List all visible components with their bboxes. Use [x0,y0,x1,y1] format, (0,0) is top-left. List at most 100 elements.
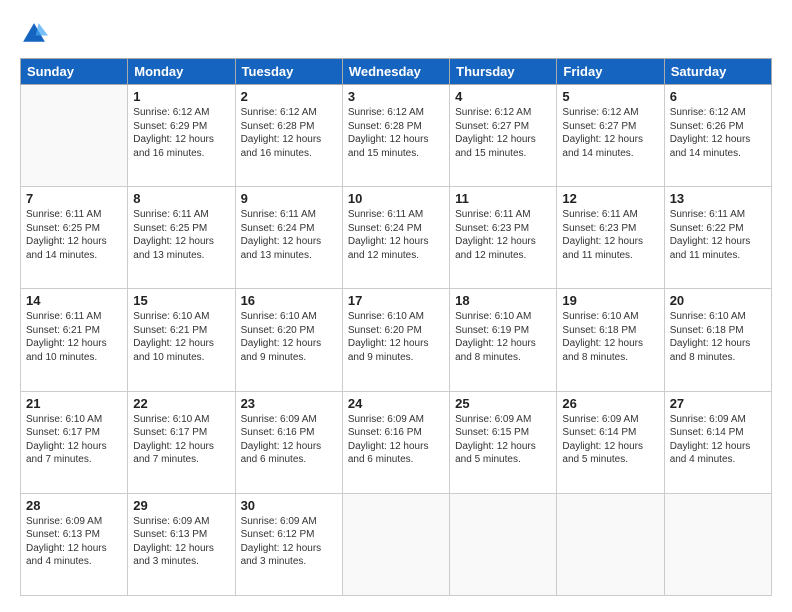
day-info: Sunrise: 6:09 AM Sunset: 6:12 PM Dayligh… [241,515,337,569]
day-info: Sunrise: 6:09 AM Sunset: 6:13 PM Dayligh… [26,515,122,569]
calendar-cell [21,85,128,187]
calendar-week-3: 14 Sunrise: 6:11 AM Sunset: 6:21 PM Dayli… [21,289,772,391]
day-number: 14 [26,293,122,308]
day-info: Sunrise: 6:10 AM Sunset: 6:17 PM Dayligh… [133,413,229,467]
calendar-cell: 25 Sunrise: 6:09 AM Sunset: 6:15 PM Dayli… [450,391,557,493]
day-info: Sunrise: 6:10 AM Sunset: 6:20 PM Dayligh… [241,310,337,364]
calendar-cell [664,493,771,595]
day-info: Sunrise: 6:09 AM Sunset: 6:14 PM Dayligh… [562,413,658,467]
calendar-cell: 17 Sunrise: 6:10 AM Sunset: 6:20 PM Dayli… [342,289,449,391]
day-number: 30 [241,498,337,513]
day-info: Sunrise: 6:12 AM Sunset: 6:27 PM Dayligh… [562,106,658,160]
day-info: Sunrise: 6:09 AM Sunset: 6:13 PM Dayligh… [133,515,229,569]
day-info: Sunrise: 6:11 AM Sunset: 6:23 PM Dayligh… [562,208,658,262]
day-number: 5 [562,89,658,104]
calendar-week-5: 28 Sunrise: 6:09 AM Sunset: 6:13 PM Dayli… [21,493,772,595]
calendar-cell: 7 Sunrise: 6:11 AM Sunset: 6:25 PM Daylig… [21,187,128,289]
calendar-cell [342,493,449,595]
weekday-header-friday: Friday [557,59,664,85]
calendar-cell: 5 Sunrise: 6:12 AM Sunset: 6:27 PM Daylig… [557,85,664,187]
day-number: 18 [455,293,551,308]
day-number: 26 [562,396,658,411]
day-info: Sunrise: 6:09 AM Sunset: 6:14 PM Dayligh… [670,413,766,467]
calendar-cell [450,493,557,595]
calendar-week-2: 7 Sunrise: 6:11 AM Sunset: 6:25 PM Daylig… [21,187,772,289]
day-number: 7 [26,191,122,206]
logo [20,20,50,48]
day-info: Sunrise: 6:09 AM Sunset: 6:15 PM Dayligh… [455,413,551,467]
day-number: 16 [241,293,337,308]
day-number: 13 [670,191,766,206]
weekday-header-thursday: Thursday [450,59,557,85]
day-number: 6 [670,89,766,104]
day-number: 25 [455,396,551,411]
calendar-cell: 21Sunrise: 6:10 AM Sunset: 6:17 PM Dayli… [21,391,128,493]
calendar-table: SundayMondayTuesdayWednesdayThursdayFrid… [20,58,772,596]
calendar-cell: 12 Sunrise: 6:11 AM Sunset: 6:23 PM Dayli… [557,187,664,289]
calendar-cell: 29 Sunrise: 6:09 AM Sunset: 6:13 PM Dayli… [128,493,235,595]
weekday-header-wednesday: Wednesday [342,59,449,85]
calendar-cell: 24 Sunrise: 6:09 AM Sunset: 6:16 PM Dayli… [342,391,449,493]
day-info: Sunrise: 6:09 AM Sunset: 6:16 PM Dayligh… [241,413,337,467]
calendar-cell: 30 Sunrise: 6:09 AM Sunset: 6:12 PM Dayli… [235,493,342,595]
day-number: 24 [348,396,444,411]
day-info: Sunrise: 6:10 AM Sunset: 6:18 PM Dayligh… [562,310,658,364]
calendar-cell: 23 Sunrise: 6:09 AM Sunset: 6:16 PM Dayli… [235,391,342,493]
calendar-cell: 18 Sunrise: 6:10 AM Sunset: 6:19 PM Dayli… [450,289,557,391]
calendar-cell: 22 Sunrise: 6:10 AM Sunset: 6:17 PM Dayli… [128,391,235,493]
day-info: Sunrise: 6:11 AM Sunset: 6:22 PM Dayligh… [670,208,766,262]
calendar-cell: 2Sunrise: 6:12 AM Sunset: 6:28 PM Daylig… [235,85,342,187]
calendar-cell: 4Sunrise: 6:12 AM Sunset: 6:27 PM Daylig… [450,85,557,187]
day-number: 28 [26,498,122,513]
day-number: 12 [562,191,658,206]
day-info: Sunrise: 6:09 AM Sunset: 6:16 PM Dayligh… [348,413,444,467]
calendar-cell: 9Sunrise: 6:11 AM Sunset: 6:24 PM Daylig… [235,187,342,289]
day-number: 17 [348,293,444,308]
day-info: Sunrise: 6:10 AM Sunset: 6:18 PM Dayligh… [670,310,766,364]
calendar-cell: 13 Sunrise: 6:11 AM Sunset: 6:22 PM Dayli… [664,187,771,289]
day-number: 3 [348,89,444,104]
day-info: Sunrise: 6:10 AM Sunset: 6:20 PM Dayligh… [348,310,444,364]
weekday-header-monday: Monday [128,59,235,85]
calendar-cell: 6Sunrise: 6:12 AM Sunset: 6:26 PM Daylig… [664,85,771,187]
day-info: Sunrise: 6:11 AM Sunset: 6:21 PM Dayligh… [26,310,122,364]
calendar-cell: 27 Sunrise: 6:09 AM Sunset: 6:14 PM Dayli… [664,391,771,493]
calendar-week-1: 1 Sunrise: 6:12 AM Sunset: 6:29 PM Daylig… [21,85,772,187]
calendar-cell: 1 Sunrise: 6:12 AM Sunset: 6:29 PM Daylig… [128,85,235,187]
weekday-header-sunday: Sunday [21,59,128,85]
day-number: 20 [670,293,766,308]
calendar-cell: 14 Sunrise: 6:11 AM Sunset: 6:21 PM Dayli… [21,289,128,391]
calendar-cell: 16 Sunrise: 6:10 AM Sunset: 6:20 PM Dayli… [235,289,342,391]
day-info: Sunrise: 6:11 AM Sunset: 6:24 PM Dayligh… [241,208,337,262]
day-number: 8 [133,191,229,206]
page: SundayMondayTuesdayWednesdayThursdayFrid… [0,0,792,612]
calendar-cell: 20 Sunrise: 6:10 AM Sunset: 6:18 PM Dayli… [664,289,771,391]
day-number: 29 [133,498,229,513]
day-number: 22 [133,396,229,411]
day-number: 10 [348,191,444,206]
day-number: 2 [241,89,337,104]
calendar-cell: 26 Sunrise: 6:09 AM Sunset: 6:14 PM Dayli… [557,391,664,493]
header [20,16,772,48]
calendar-cell: 11Sunrise: 6:11 AM Sunset: 6:23 PM Dayli… [450,187,557,289]
day-number: 23 [241,396,337,411]
day-number: 1 [133,89,229,104]
day-info: Sunrise: 6:11 AM Sunset: 6:25 PM Dayligh… [26,208,122,262]
day-info: Sunrise: 6:12 AM Sunset: 6:28 PM Dayligh… [348,106,444,160]
day-info: Sunrise: 6:11 AM Sunset: 6:25 PM Dayligh… [133,208,229,262]
calendar-cell: 3 Sunrise: 6:12 AM Sunset: 6:28 PM Daylig… [342,85,449,187]
day-info: Sunrise: 6:10 AM Sunset: 6:19 PM Dayligh… [455,310,551,364]
calendar-week-4: 21Sunrise: 6:10 AM Sunset: 6:17 PM Dayli… [21,391,772,493]
calendar-cell: 8 Sunrise: 6:11 AM Sunset: 6:25 PM Daylig… [128,187,235,289]
day-info: Sunrise: 6:10 AM Sunset: 6:17 PM Dayligh… [26,413,122,467]
day-info: Sunrise: 6:12 AM Sunset: 6:27 PM Dayligh… [455,106,551,160]
day-number: 27 [670,396,766,411]
day-info: Sunrise: 6:11 AM Sunset: 6:23 PM Dayligh… [455,208,551,262]
day-info: Sunrise: 6:10 AM Sunset: 6:21 PM Dayligh… [133,310,229,364]
calendar-cell: 28 Sunrise: 6:09 AM Sunset: 6:13 PM Dayli… [21,493,128,595]
day-info: Sunrise: 6:12 AM Sunset: 6:29 PM Dayligh… [133,106,229,160]
calendar-cell [557,493,664,595]
weekday-header-saturday: Saturday [664,59,771,85]
calendar-cell: 19Sunrise: 6:10 AM Sunset: 6:18 PM Dayli… [557,289,664,391]
logo-icon [20,20,48,48]
